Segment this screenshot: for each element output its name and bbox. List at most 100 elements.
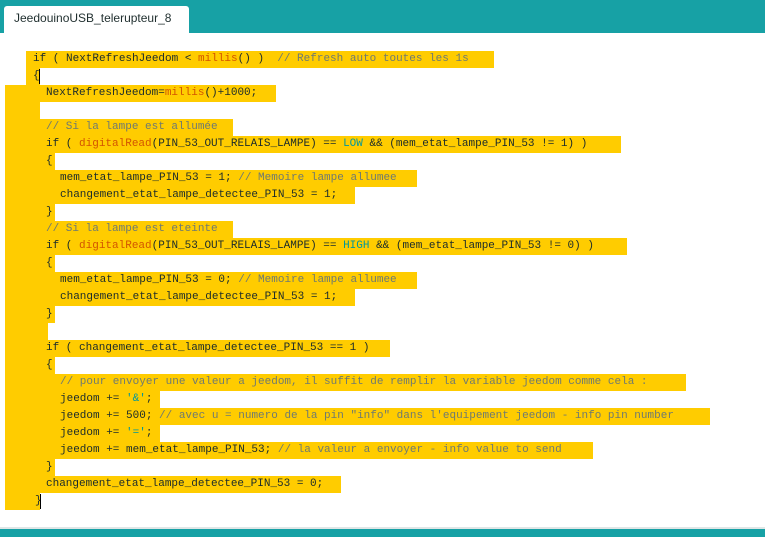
code-token: && (mem_etat_lampe_PIN_53 != 0) ) xyxy=(369,240,594,252)
code-line[interactable]: jeedom += '&'; xyxy=(0,391,765,408)
code-token: } xyxy=(46,461,53,473)
code-line[interactable]: NextRefreshJeedom=millis()+1000; xyxy=(0,85,765,102)
code-token: jeedom += 500; xyxy=(60,410,160,422)
code-line[interactable]: { xyxy=(0,357,765,374)
code-text: NextRefreshJeedom=millis()+1000; xyxy=(46,85,257,102)
code-constant: '=' xyxy=(126,427,146,439)
tab-sketch[interactable]: JeedouinoUSB_telerupteur_8 xyxy=(4,6,189,33)
code-text: } xyxy=(46,306,53,323)
code-token: { xyxy=(46,257,53,269)
code-text: mem_etat_lampe_PIN_53 = 1; // Memoire la… xyxy=(60,170,397,187)
code-constant: '&' xyxy=(126,393,146,405)
code-token: ; xyxy=(145,427,153,439)
code-token: && (mem_etat_lampe_PIN_53 != 1) ) xyxy=(362,138,588,150)
code-line[interactable]: // Si la lampe est allumée xyxy=(0,119,765,136)
code-constant: LOW xyxy=(343,138,363,150)
code-comment: // avec u = numero de la pin "info" dans… xyxy=(159,410,674,422)
code-text: // Si la lampe est eteinte xyxy=(46,221,218,238)
selection-highlight xyxy=(5,102,40,119)
code-token: { xyxy=(46,155,53,167)
code-text: changement_etat_lampe_detectee_PIN_53 = … xyxy=(60,289,337,306)
code-line[interactable] xyxy=(0,102,765,119)
code-token: changement_etat_lampe_detectee_PIN_53 = … xyxy=(60,291,338,303)
code-token: if ( changement_etat_lampe_detectee_PIN_… xyxy=(46,342,370,354)
console-bar xyxy=(0,529,765,537)
code-text: changement_etat_lampe_detectee_PIN_53 = … xyxy=(46,476,323,493)
code-token: if ( xyxy=(46,240,80,252)
code-text: if ( digitalRead(PIN_53_OUT_RELAIS_LAMPE… xyxy=(46,136,587,153)
code-line[interactable]: mem_etat_lampe_PIN_53 = 1; // Memoire la… xyxy=(0,170,765,187)
code-comment: // Si la lampe est eteinte xyxy=(46,223,218,235)
code-token: { xyxy=(46,359,53,371)
code-text: if ( NextRefreshJeedom < millis() ) // R… xyxy=(33,51,469,68)
code-line[interactable] xyxy=(0,323,765,340)
code-line[interactable]: // pour envoyer une valeur a jeedom, il … xyxy=(0,374,765,391)
code-line[interactable]: if ( digitalRead(PIN_53_OUT_RELAIS_LAMPE… xyxy=(0,238,765,255)
code-line[interactable]: jeedom += '='; xyxy=(0,425,765,442)
code-text: { xyxy=(46,255,53,272)
code-keyword: digitalRead xyxy=(79,240,152,252)
code-token: () ) xyxy=(237,53,278,65)
code-keyword: millis xyxy=(164,87,205,99)
code-text: changement_etat_lampe_detectee_PIN_53 = … xyxy=(60,187,337,204)
code-keyword: millis xyxy=(198,53,238,65)
code-line[interactable]: jeedom += mem_etat_lampe_PIN_53; // la v… xyxy=(0,442,765,459)
code-line[interactable]: changement_etat_lampe_detectee_PIN_53 = … xyxy=(0,476,765,493)
code-text: if ( digitalRead(PIN_53_OUT_RELAIS_LAMPE… xyxy=(46,238,594,255)
code-token: mem_etat_lampe_PIN_53 = 1; xyxy=(60,172,239,184)
code-comment: // Memoire lampe allumee xyxy=(238,172,397,184)
code-constant: HIGH xyxy=(343,240,370,252)
tab-bar: JeedouinoUSB_telerupteur_8 xyxy=(0,0,765,33)
code-line[interactable]: // Si la lampe est eteinte xyxy=(0,221,765,238)
code-line[interactable]: } xyxy=(0,204,765,221)
code-line[interactable]: mem_etat_lampe_PIN_53 = 0; // Memoire la… xyxy=(0,272,765,289)
code-token: NextRefreshJeedom= xyxy=(46,87,165,99)
code-comment: // Si la lampe est allumée xyxy=(46,121,218,133)
code-line[interactable]: jeedom += 500; // avec u = numero de la … xyxy=(0,408,765,425)
code-text: { xyxy=(46,153,53,170)
code-text: { xyxy=(46,357,53,374)
code-comment: // pour envoyer une valeur a jeedom, il … xyxy=(60,376,648,388)
code-comment: // la valeur a envoyer - info value to s… xyxy=(277,444,562,456)
code-token: jeedom += xyxy=(60,393,127,405)
code-text: // pour envoyer une valeur a jeedom, il … xyxy=(60,374,648,391)
code-token: if ( NextRefreshJeedom < xyxy=(33,53,199,65)
code-token: } xyxy=(46,206,53,218)
code-token: ; xyxy=(145,393,153,405)
code-line[interactable]: changement_etat_lampe_detectee_PIN_53 = … xyxy=(0,289,765,306)
code-line[interactable]: } xyxy=(0,493,765,510)
code-text: jeedom += '='; xyxy=(60,425,152,442)
code-comment: // Memoire lampe allumee xyxy=(238,274,397,286)
code-comment: // Refresh auto toutes les 1s xyxy=(277,53,469,65)
code-token: mem_etat_lampe_PIN_53 = 0; xyxy=(60,274,239,286)
code-text: } xyxy=(46,459,53,476)
code-text: jeedom += mem_etat_lampe_PIN_53; // la v… xyxy=(60,442,562,459)
code-line[interactable]: { xyxy=(0,153,765,170)
code-line[interactable]: } xyxy=(0,459,765,476)
code-keyword: digitalRead xyxy=(79,138,152,150)
code-token: ()+1000; xyxy=(204,87,258,99)
code-token: (PIN_53_OUT_RELAIS_LAMPE) == xyxy=(151,138,344,150)
text-cursor xyxy=(40,494,41,509)
code-line[interactable]: if ( NextRefreshJeedom < millis() ) // R… xyxy=(0,51,765,68)
selection-highlight xyxy=(5,323,48,340)
code-token: jeedom += xyxy=(60,427,127,439)
code-token: } xyxy=(46,308,53,320)
code-token: if ( xyxy=(46,138,80,150)
code-token: changement_etat_lampe_detectee_PIN_53 = … xyxy=(46,478,324,490)
code-text: } xyxy=(46,204,53,221)
code-line[interactable]: { xyxy=(0,68,765,85)
code-line[interactable]: { xyxy=(0,255,765,272)
code-token: (PIN_53_OUT_RELAIS_LAMPE) == xyxy=(151,240,344,252)
code-text: mem_etat_lampe_PIN_53 = 0; // Memoire la… xyxy=(60,272,397,289)
code-line[interactable]: if ( digitalRead(PIN_53_OUT_RELAIS_LAMPE… xyxy=(0,136,765,153)
code-text: // Si la lampe est allumée xyxy=(46,119,218,136)
text-cursor xyxy=(39,69,40,84)
code-text: jeedom += '&'; xyxy=(60,391,152,408)
code-line[interactable]: changement_etat_lampe_detectee_PIN_53 = … xyxy=(0,187,765,204)
code-editor[interactable]: if ( NextRefreshJeedom < millis() ) // R… xyxy=(0,33,765,529)
code-line[interactable]: if ( changement_etat_lampe_detectee_PIN_… xyxy=(0,340,765,357)
code-token: jeedom += mem_etat_lampe_PIN_53; xyxy=(60,444,278,456)
code-line[interactable]: } xyxy=(0,306,765,323)
code-text: jeedom += 500; // avec u = numero de la … xyxy=(60,408,674,425)
